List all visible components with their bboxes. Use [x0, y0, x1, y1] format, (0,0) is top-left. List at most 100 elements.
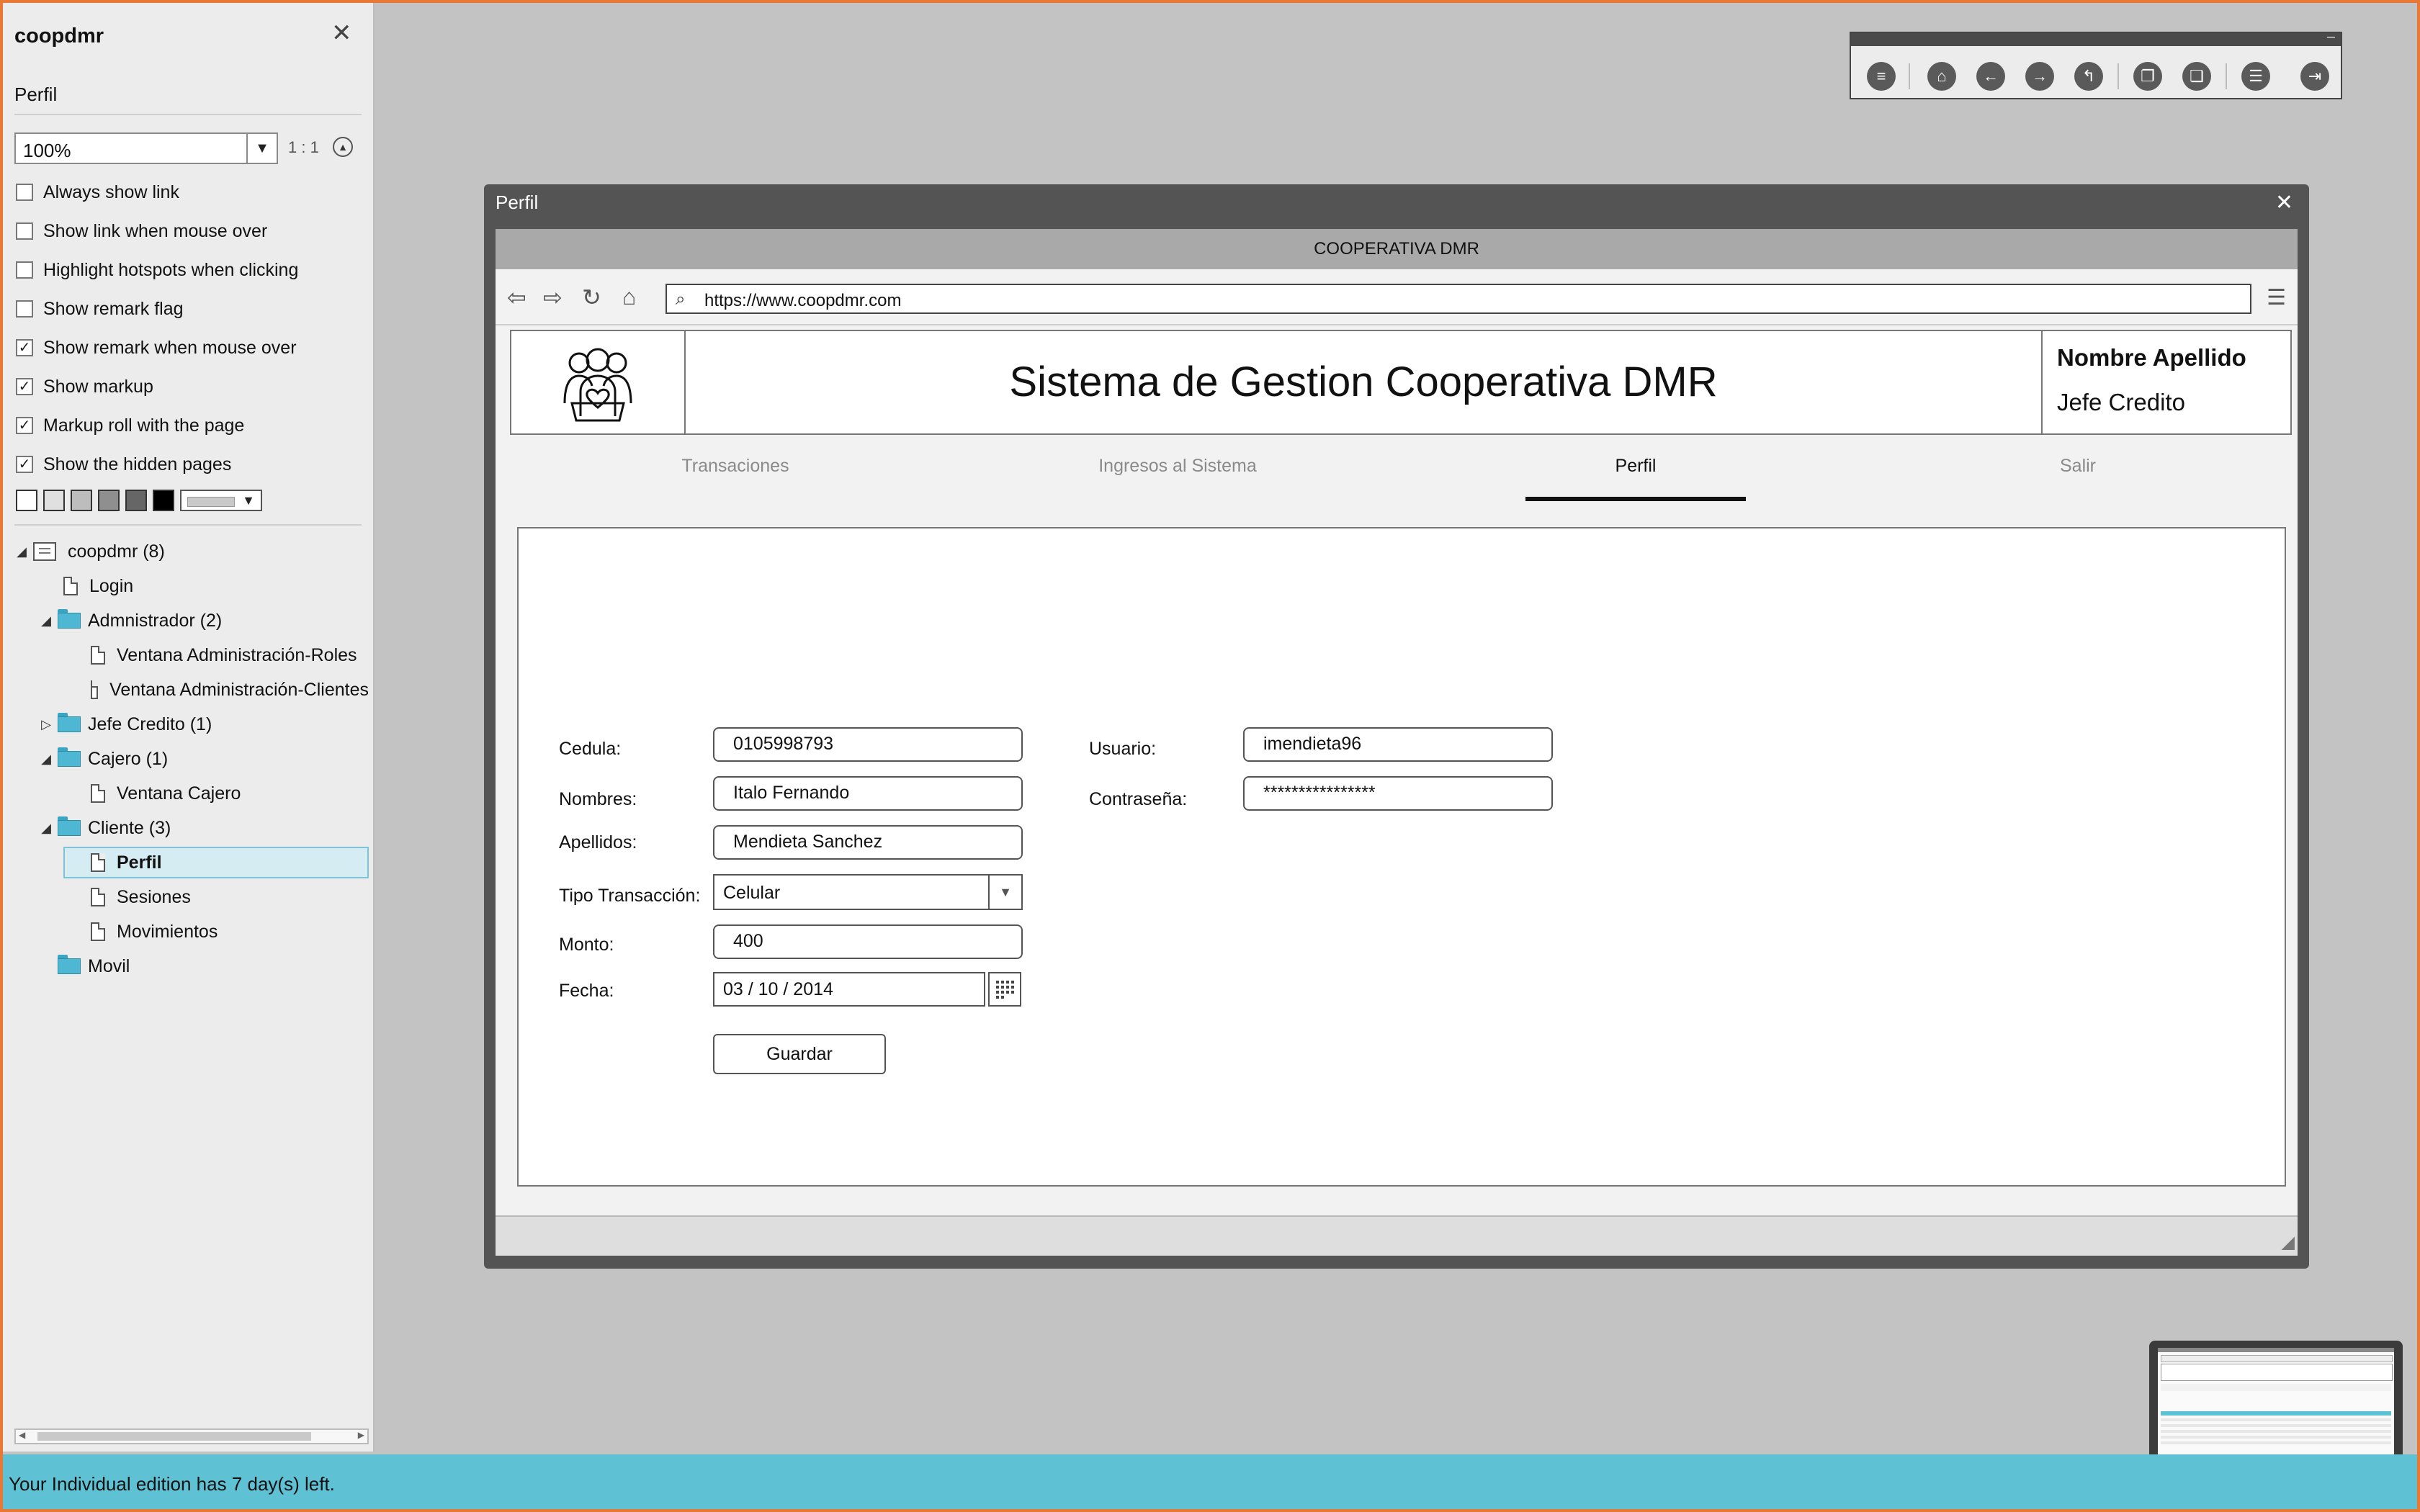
- close-icon[interactable]: ✕: [331, 19, 352, 48]
- usuario-field[interactable]: imendieta96: [1243, 727, 1553, 762]
- tree-root[interactable]: ◢ coopdmr (8): [14, 537, 165, 566]
- url-bar[interactable]: ⌕ https://www.coopdmr.com: [666, 284, 2251, 314]
- color-swatch-white[interactable]: [16, 490, 37, 511]
- tree-item-sesiones[interactable]: Sesiones: [91, 883, 191, 912]
- scroll-left-icon[interactable]: ◀: [19, 1430, 25, 1440]
- browser-mockup: COOPERATIVA DMR ⇦ ⇨ ↻ ⌂ ⌕ https://www.co…: [496, 229, 2298, 1256]
- option-show-hidden-pages[interactable]: ✓ Show the hidden pages: [16, 454, 231, 475]
- expanded-triangle-icon[interactable]: ◢: [39, 821, 53, 836]
- copy-page-icon[interactable]: ❐: [2133, 62, 2162, 91]
- option-show-link-hover[interactable]: Show link when mouse over: [16, 220, 267, 242]
- divider: [1909, 63, 1910, 89]
- zoom-select[interactable]: 100% ▼: [14, 132, 278, 164]
- forward-icon[interactable]: ⇨: [543, 284, 563, 311]
- guardar-button[interactable]: Guardar: [713, 1034, 886, 1074]
- tree-item-perfil[interactable]: Perfil: [91, 848, 162, 877]
- zoom-ratio-button[interactable]: 1 : 1: [288, 138, 319, 157]
- checkbox[interactable]: [16, 222, 33, 240]
- checkbox[interactable]: [16, 300, 33, 318]
- color-swatch-dark-gray[interactable]: [125, 490, 147, 511]
- checkbox-checked[interactable]: ✓: [16, 378, 33, 395]
- folder-open-icon: [58, 747, 81, 767]
- scroll-right-icon[interactable]: ▶: [358, 1430, 364, 1440]
- tree-item-admin-roles[interactable]: Ventana Administración-Roles: [91, 641, 369, 670]
- calendar-icon[interactable]: [988, 972, 1021, 1007]
- menu-icon[interactable]: ≡: [1867, 62, 1896, 91]
- option-markup-roll[interactable]: ✓ Markup roll with the page: [16, 415, 244, 436]
- chevron-down-icon[interactable]: ▼: [988, 876, 1021, 909]
- sidebar-title: coopdmr: [14, 24, 104, 48]
- resize-grip-icon[interactable]: ◢: [2282, 1232, 2295, 1253]
- divider: [14, 114, 362, 115]
- tree-label: Cliente (3): [88, 817, 171, 838]
- chevron-down-icon[interactable]: ▼: [246, 134, 277, 163]
- tree-folder-administrador[interactable]: ◢ Admnistrador (2): [39, 606, 222, 635]
- option-show-markup[interactable]: ✓ Show markup: [16, 376, 153, 397]
- monto-field[interactable]: 400: [713, 924, 1023, 959]
- tree-item-login[interactable]: Login: [63, 572, 133, 600]
- menu-icon[interactable]: ☰: [2267, 285, 2286, 310]
- nombres-field[interactable]: Italo Fernando: [713, 776, 1023, 811]
- option-always-show-link[interactable]: Always show link: [16, 181, 179, 203]
- tree-label: Perfil: [117, 852, 162, 873]
- option-highlight-hotspots[interactable]: Highlight hotspots when clicking: [16, 259, 298, 281]
- home-icon[interactable]: ⌂: [1927, 62, 1956, 91]
- window-title: Perfil: [496, 192, 539, 213]
- tree-folder-cliente[interactable]: ◢ Cliente (3): [39, 814, 171, 842]
- back-arrow-icon[interactable]: ←: [1976, 62, 2005, 91]
- horizontal-scrollbar[interactable]: ◀ ▶: [14, 1428, 369, 1444]
- home-icon[interactable]: ⌂: [622, 284, 636, 310]
- close-icon[interactable]: ✕: [2275, 190, 2293, 215]
- apellidos-field[interactable]: Mendieta Sanchez: [713, 825, 1023, 860]
- toolbar-titlebar[interactable]: –: [1851, 29, 2341, 46]
- reload-icon[interactable]: ↻: [582, 284, 601, 311]
- paste-page-icon[interactable]: ❏: [2182, 62, 2211, 91]
- tipo-transaccion-select[interactable]: Celular ▼: [713, 874, 1023, 910]
- tree-folder-cajero[interactable]: ◢ Cajero (1): [39, 744, 168, 773]
- tree-folder-movil[interactable]: Movil: [58, 952, 130, 981]
- back-icon[interactable]: ⇦: [507, 284, 526, 311]
- tree-label: Admnistrador (2): [88, 610, 223, 631]
- color-swatch-mid-gray[interactable]: [98, 490, 120, 511]
- tree-label: Ventana Administración-Roles: [117, 644, 357, 665]
- color-swatch-gray[interactable]: [71, 490, 92, 511]
- forward-arrow-icon[interactable]: →: [2025, 62, 2054, 91]
- tab-salir[interactable]: Salir: [1857, 438, 2299, 507]
- expanded-triangle-icon[interactable]: ◢: [14, 544, 29, 559]
- tree-item-ventana-cajero[interactable]: Ventana Cajero: [91, 779, 241, 808]
- contrasena-label: Contraseña:: [1089, 789, 1188, 809]
- page-icon: [91, 646, 105, 665]
- fecha-field[interactable]: 03 / 10 / 2014: [713, 972, 985, 1007]
- scroll-top-icon[interactable]: ▲: [333, 137, 353, 157]
- document-icon[interactable]: ☰: [2241, 62, 2270, 91]
- tab-ingresos[interactable]: Ingresos al Sistema: [956, 438, 1399, 507]
- option-show-remark-hover[interactable]: ✓ Show remark when mouse over: [16, 337, 297, 359]
- color-swatch-black[interactable]: [153, 490, 174, 511]
- expanded-triangle-icon[interactable]: ◢: [39, 613, 53, 629]
- thumb-tabs: [2161, 1384, 2391, 1391]
- exit-icon[interactable]: ⇥: [2300, 62, 2329, 91]
- line-style-dropdown[interactable]: ▼: [180, 490, 262, 511]
- option-show-remark-flag[interactable]: Show remark flag: [16, 298, 184, 320]
- tree-item-movimientos[interactable]: Movimientos: [91, 917, 218, 946]
- expanded-triangle-icon[interactable]: ◢: [39, 752, 53, 767]
- tab-transacciones[interactable]: Transaciones: [514, 438, 956, 507]
- checkbox-checked[interactable]: ✓: [16, 417, 33, 434]
- scrollbar-thumb[interactable]: [37, 1432, 311, 1441]
- option-label: Highlight hotspots when clicking: [43, 259, 299, 280]
- checkbox-checked[interactable]: ✓: [16, 339, 33, 356]
- color-swatch-light-gray[interactable]: [43, 490, 65, 511]
- checkbox[interactable]: [16, 184, 33, 201]
- tree-folder-jefe-credito[interactable]: ▷ Jefe Credito (1): [39, 710, 212, 739]
- tree-item-admin-clientes[interactable]: Ventana Administración-Clientes: [91, 675, 369, 704]
- browser-status-bar: ◢: [496, 1215, 2298, 1256]
- password-field[interactable]: ****************: [1243, 776, 1553, 811]
- up-level-icon[interactable]: ↰: [2074, 62, 2103, 91]
- minimize-icon[interactable]: –: [2327, 29, 2335, 45]
- thumb-row: [2161, 1436, 2391, 1439]
- user-role: Jefe Credito: [2057, 389, 2185, 415]
- collapsed-triangle-icon[interactable]: ▷: [39, 717, 53, 732]
- cedula-field[interactable]: 0105998793: [713, 727, 1023, 762]
- checkbox-checked[interactable]: ✓: [16, 456, 33, 473]
- checkbox[interactable]: [16, 261, 33, 279]
